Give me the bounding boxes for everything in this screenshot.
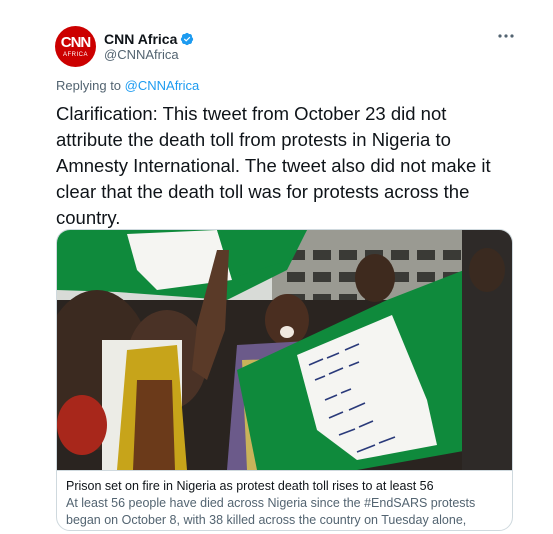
link-card-title[interactable]: Prison set on fire in Nigeria as protest… [66,478,506,494]
avatar[interactable]: CNN AFRICA [55,26,96,67]
replying-to: Replying to @CNNAfrica [56,78,199,93]
replying-prefix: Replying to [56,78,125,93]
tweet-card: CNN AFRICA CNN Africa @CNNAfrica Replyin… [0,0,553,534]
link-card[interactable]: Prison set on fire in Nigeria as protest… [56,229,513,531]
verified-badge-icon [181,32,194,46]
protest-photo [57,230,512,470]
avatar-sub-text: AFRICA [62,52,88,58]
tweet-text: Clarification: This tweet from October 2… [56,103,491,228]
avatar-logo-text: CNN [60,34,92,51]
author-handle[interactable]: @CNNAfrica [104,47,179,62]
author-name-row: CNN Africa [104,30,194,48]
more-options-icon[interactable] [497,30,515,42]
display-name[interactable]: CNN Africa [104,31,177,47]
link-card-photo[interactable] [57,230,512,470]
link-card-body[interactable]: Prison set on fire in Nigeria as protest… [57,470,512,530]
replying-mention-link[interactable]: @CNNAfrica [125,78,200,93]
link-card-description: At least 56 people have died across Nige… [66,496,476,527]
